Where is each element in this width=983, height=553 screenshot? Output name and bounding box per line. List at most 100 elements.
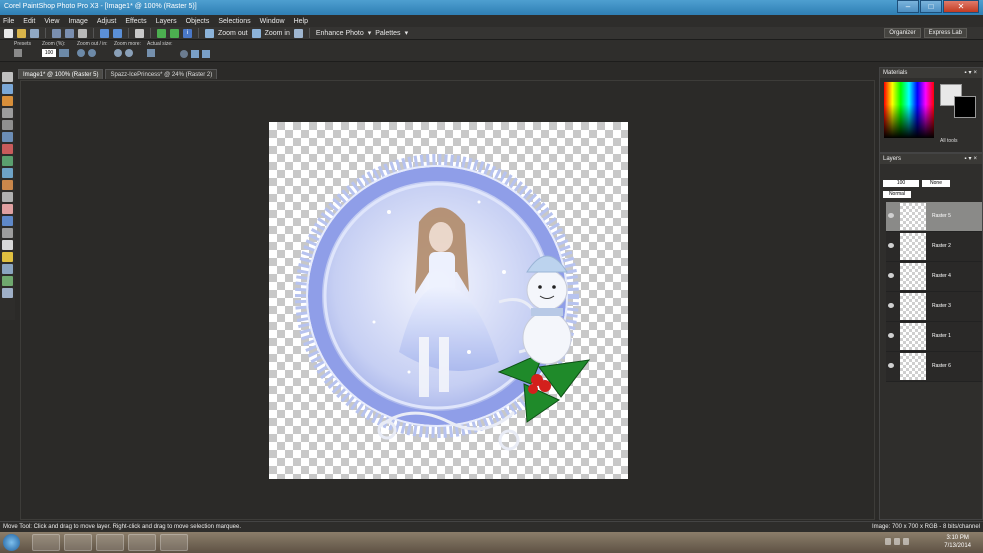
media-player-icon[interactable] [96,534,124,551]
mask-alt-icon[interactable] [170,28,179,38]
zoom-out-icon[interactable] [205,28,214,38]
actual-size-icon[interactable] [147,49,155,57]
background-swatch[interactable] [954,96,976,118]
menu-layers[interactable]: Layers [156,18,177,25]
straighten-tool-icon[interactable] [2,132,13,142]
flood-fill-icon[interactable] [2,216,13,226]
menu-file[interactable]: File [3,18,14,25]
express-lab-button[interactable]: Express Lab [923,28,967,38]
eye-visibility-icon[interactable] [888,213,894,218]
menu-selections[interactable]: Selections [218,18,250,25]
save-as-icon[interactable] [65,28,74,38]
enhance-photo-chevron-down-icon[interactable]: ▾ [368,29,372,37]
image-canvas[interactable] [269,122,628,479]
all-tools-checkbox[interactable]: All tools [940,138,958,144]
tab-spazz-iceprincess[interactable]: Spazz-IcePrincess* @ 24% (Raster 2) [105,69,218,79]
pan-tool-icon[interactable] [2,72,13,82]
selection-tool-icon[interactable] [2,96,13,106]
info-icon[interactable]: i [183,28,192,38]
redo-icon[interactable] [113,28,122,38]
menu-image[interactable]: Image [68,18,87,25]
menu-view[interactable]: View [44,18,59,25]
eye-visibility-icon[interactable] [888,333,894,338]
volume-icon[interactable] [903,538,909,545]
fit-screen-icon[interactable] [202,50,210,58]
zoom-out-button[interactable]: Zoom out [218,30,248,37]
preset-shape-icon[interactable] [2,252,13,262]
color-changer-icon[interactable] [2,276,13,286]
window-layout-icon[interactable] [293,28,303,38]
warp-brush-icon[interactable] [2,264,13,274]
organizer-button[interactable]: Organizer [884,28,921,38]
print-icon[interactable] [78,28,87,38]
clone-brush-icon[interactable] [2,156,13,166]
blend-none-field[interactable]: None [922,180,950,187]
move-tool-preset-icon[interactable] [14,49,22,57]
eyedropper-tool-icon[interactable] [2,108,13,118]
save-icon[interactable] [52,28,61,38]
eye-visibility-icon[interactable] [888,303,894,308]
layer-raster-1[interactable]: Raster 1 [886,322,982,352]
mask-icon[interactable] [157,28,166,38]
minimize-button[interactable]: – [897,0,919,13]
eraser-tool-icon[interactable] [2,204,13,214]
layers-panel-controls-icon[interactable]: ▪▾× [964,154,979,164]
palettes-chevron-down-icon[interactable]: ▾ [405,29,409,37]
layer-raster-3[interactable]: Raster 3 [886,292,982,322]
menu-adjust[interactable]: Adjust [97,18,116,25]
paint-app-icon[interactable] [128,534,156,551]
layer-opacity-field[interactable]: 100 [883,180,919,187]
zoom-more-in-icon[interactable] [125,49,133,57]
menu-edit[interactable]: Edit [23,18,35,25]
resize-icon[interactable] [135,28,144,38]
layer-raster-4[interactable]: Raster 4 [886,262,982,292]
zoom-out-option-icon[interactable] [77,49,85,57]
undo-icon[interactable] [100,28,109,38]
eye-visibility-icon[interactable] [888,243,894,248]
zoom-in-icon[interactable] [251,28,261,38]
eye-visibility-icon[interactable] [888,363,894,368]
blend-mode-select[interactable]: Normal [883,191,911,198]
color-spectrum[interactable] [884,82,934,138]
eye-visibility-icon[interactable] [888,273,894,278]
zoom-in-option-icon[interactable] [88,49,96,57]
zoom-in-button[interactable]: Zoom in [265,30,290,37]
tab-image1[interactable]: Image1* @ 100% (Raster 5) [18,69,104,79]
paintshop-taskbar-icon[interactable] [160,534,188,551]
enhance-photo-menu[interactable]: Enhance Photo [316,30,364,37]
materials-panel-controls-icon[interactable]: ▪▾× [964,68,979,78]
zoom-percent-input[interactable]: 100 [42,49,56,57]
paint-brush-icon[interactable] [2,180,13,190]
zoom-stepper-icon[interactable] [59,49,69,57]
menu-objects[interactable]: Objects [186,18,210,25]
menu-help[interactable]: Help [294,18,308,25]
fit-window-icon[interactable] [180,50,188,58]
restore-button[interactable]: □ [920,0,942,13]
layer-raster-5[interactable]: Raster 5 [886,202,982,232]
layer-raster-2[interactable]: Raster 2 [886,232,982,262]
red-eye-tool-icon[interactable] [2,144,13,154]
move-tool-icon[interactable] [2,84,13,94]
palettes-menu[interactable]: Palettes [375,30,400,37]
text-tool-icon[interactable] [2,240,13,250]
flag-icon[interactable] [885,538,891,545]
airbrush-icon[interactable] [2,192,13,202]
network-icon[interactable] [894,538,900,545]
browse-icon[interactable] [30,28,39,38]
internet-explorer-icon[interactable] [32,534,60,551]
dodge-tool-icon[interactable] [2,168,13,178]
object-selector-icon[interactable] [2,288,13,298]
crop-tool-icon[interactable] [2,120,13,130]
fit-image-icon[interactable] [191,50,199,58]
open-folder-icon[interactable] [17,28,26,38]
new-file-icon[interactable] [4,28,13,38]
file-explorer-icon[interactable] [64,534,92,551]
zoom-more-out-icon[interactable] [114,49,122,57]
taskbar-clock[interactable]: 3:10 PM 7/13/2014 [944,534,971,550]
pen-tool-icon[interactable] [2,228,13,238]
layer-raster-6[interactable]: Raster 6 [886,352,982,382]
menu-window[interactable]: Window [260,18,285,25]
start-button[interactable] [3,534,20,551]
menu-effects[interactable]: Effects [125,18,146,25]
close-button[interactable]: ✕ [943,0,979,13]
